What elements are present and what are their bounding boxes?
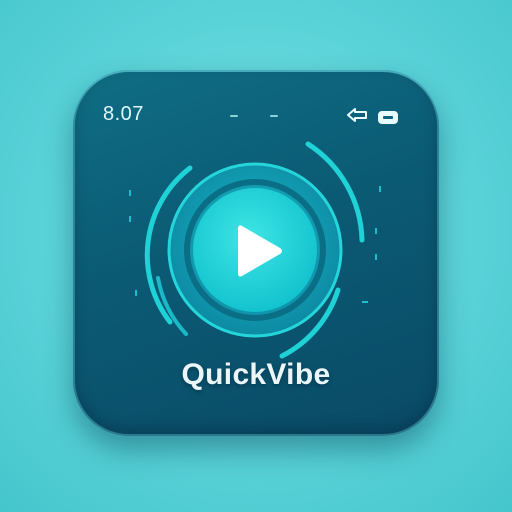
status-indicator-dash [270,115,278,117]
status-indicator-dash [230,115,238,117]
status-time: 8.07 [103,103,144,125]
battery-icon [378,111,398,124]
back-arrow-icon [346,107,368,128]
play-button[interactable] [177,170,339,332]
app-name-label: QuickVibe [181,358,331,391]
status-icons [346,107,398,128]
play-icon [238,225,282,277]
